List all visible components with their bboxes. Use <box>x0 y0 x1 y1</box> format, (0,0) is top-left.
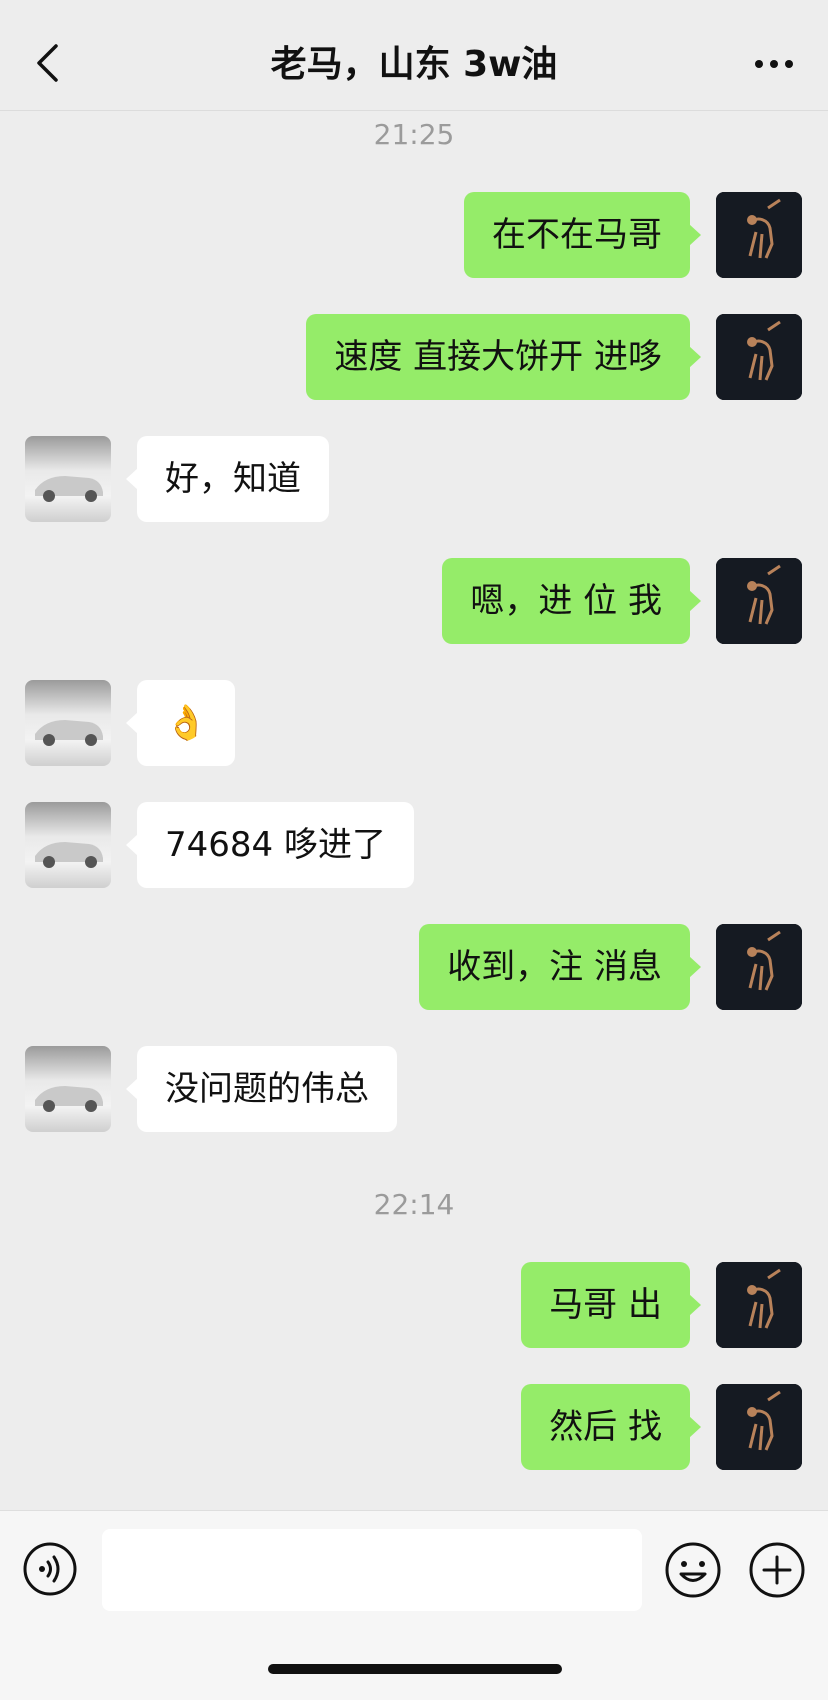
message-input[interactable] <box>102 1529 642 1611</box>
sent-message-bubble[interactable]: 在不在马哥 <box>464 192 701 278</box>
message-row: 👌 <box>0 680 828 766</box>
more-button[interactable] <box>750 44 798 84</box>
message-row: 马哥 出 <box>0 1262 828 1348</box>
my-avatar[interactable] <box>716 314 802 400</box>
contact-avatar[interactable] <box>25 680 111 766</box>
my-avatar[interactable] <box>716 1384 802 1470</box>
contact-avatar[interactable] <box>25 1046 111 1132</box>
sent-message-bubble[interactable]: 收到，注 消息 <box>419 924 701 1010</box>
message-row: 然后 找 <box>0 1384 828 1470</box>
my-avatar[interactable] <box>716 192 802 278</box>
contact-avatar[interactable] <box>25 802 111 888</box>
chat-title: 老马，山东 3w油 <box>270 44 558 85</box>
received-message-bubble[interactable]: 没问题的伟总 <box>126 1046 397 1132</box>
sent-message-bubble[interactable]: 马哥 出 <box>521 1262 701 1348</box>
message-row: 没问题的伟总 <box>0 1046 828 1132</box>
received-message-bubble[interactable]: 74684 哆进了 <box>126 802 414 888</box>
timestamp: 21:25 <box>373 118 455 151</box>
message-row: 74684 哆进了 <box>0 802 828 888</box>
more-dots-icon <box>755 60 793 68</box>
my-avatar[interactable] <box>716 1262 802 1348</box>
timestamp: 22:14 <box>373 1188 455 1221</box>
chat-header: 老马，山东 3w油 <box>0 0 828 111</box>
voice-icon <box>23 1542 77 1596</box>
message-row: 好，知道 <box>0 436 828 522</box>
emoji-button[interactable] <box>664 1541 722 1599</box>
sent-message-bubble[interactable]: 速度 直接大饼开 进哆 <box>306 314 701 400</box>
plus-icon <box>749 1542 805 1598</box>
message-row: 收到，注 消息 <box>0 924 828 1010</box>
sent-message-bubble[interactable]: 然后 找 <box>521 1384 701 1470</box>
received-message-bubble[interactable]: 好，知道 <box>126 436 329 522</box>
sent-message-bubble[interactable]: 嗯，进 位 我 <box>442 558 701 644</box>
received-message-bubble[interactable]: 👌 <box>125 680 236 766</box>
message-row: 在不在马哥 <box>0 192 828 278</box>
voice-button[interactable] <box>22 1541 78 1597</box>
contact-avatar[interactable] <box>25 436 111 522</box>
home-indicator[interactable] <box>268 1664 562 1674</box>
emoji-icon <box>665 1542 721 1598</box>
my-avatar[interactable] <box>716 558 802 644</box>
message-row: 速度 直接大饼开 进哆 <box>0 314 828 400</box>
message-row: 嗯，进 位 我 <box>0 558 828 644</box>
my-avatar[interactable] <box>716 924 802 1010</box>
plus-button[interactable] <box>748 1541 806 1599</box>
